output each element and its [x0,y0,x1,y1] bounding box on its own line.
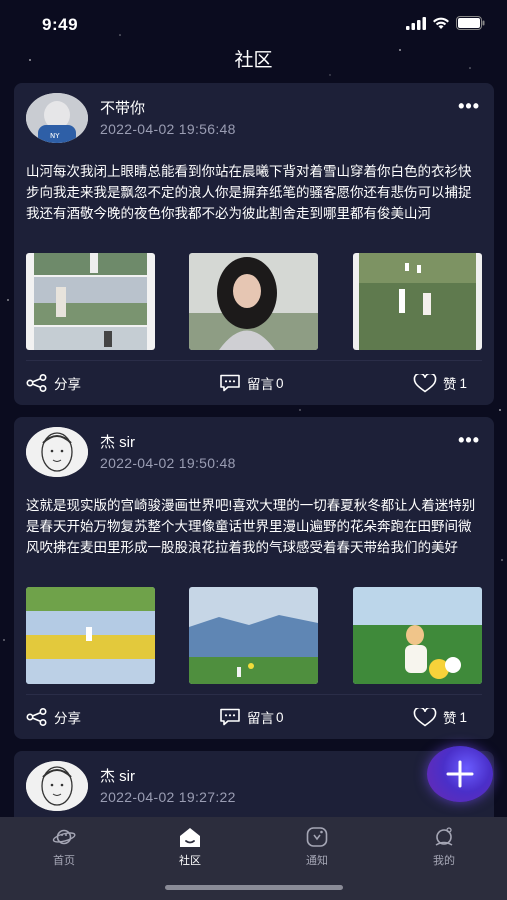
battery-icon [456,16,485,30]
svg-text:NY: NY [50,132,60,140]
post-card[interactable]: NY 不带你 2022-04-02 19:56:48 ••• 山河每次我闭上眼睛… [14,83,494,405]
post-content: 山河每次我闭上眼睛总能看到你站在晨曦下背对着雪山穿着你白色的衣衫快步向我走来我是… [26,164,472,221]
post-image[interactable] [26,587,155,684]
planet-icon [52,829,76,845]
post-date: 2022-04-02 19:27:22 [100,789,236,805]
more-options-icon[interactable]: ••• [458,430,480,451]
username[interactable]: 杰 sir [100,431,135,452]
more-options-icon[interactable]: ••• [458,96,480,117]
like-label: 赞 [443,377,457,392]
share-button[interactable]: 分享 [26,707,81,727]
post-date: 2022-04-02 19:56:48 [100,121,236,137]
heart-icon [413,707,437,726]
like-count: 1 [459,709,468,725]
comment-button[interactable]: 留言 0 [219,373,284,393]
page-title: 社区 [234,50,273,71]
heart-icon [413,373,437,392]
post-image[interactable] [26,253,155,350]
tab-label: 首页 [53,855,75,867]
tab-label: 我的 [433,855,455,867]
comment-count: 0 [276,709,284,725]
share-icon [26,708,47,726]
divider [26,694,482,695]
notification-icon [306,827,328,847]
plus-icon [446,760,474,788]
avatar[interactable] [26,427,88,477]
post-date: 2022-04-02 19:50:48 [100,455,236,471]
avatar[interactable] [26,761,88,811]
post-card[interactable]: 杰 sir 2022-04-02 19:50:48 ••• 这就是现实版的宫崎骏… [14,417,494,739]
comment-icon [220,374,240,392]
post-image[interactable] [353,587,482,684]
comment-label: 留言 [247,711,274,726]
status-bar: 9:49 [0,0,507,46]
post-image[interactable] [353,253,482,350]
avatar[interactable]: NY [26,93,88,143]
username[interactable]: 杰 sir [100,765,135,786]
comment-label: 留言 [247,377,274,392]
post-content: 这就是现实版的宫崎骏漫画世界吧!喜欢大理的一切春夏秋冬都让人着迷特别是春天开始万… [26,498,476,555]
tab-label: 社区 [179,855,201,867]
like-button[interactable]: 赞 1 [413,373,467,393]
like-label: 赞 [443,711,457,726]
like-button[interactable]: 赞 1 [413,707,467,727]
share-label: 分享 [54,377,81,392]
tab-community[interactable]: 社区 [160,826,220,868]
comment-count: 0 [276,375,284,391]
comment-button[interactable]: 留言 0 [219,707,284,727]
tab-label: 通知 [306,855,328,867]
share-icon [26,374,47,392]
status-icons [406,16,485,30]
signal-icon [406,16,426,30]
comment-icon [220,708,240,726]
like-count: 1 [459,375,468,391]
add-post-button[interactable] [427,746,493,802]
tab-home[interactable]: 首页 [34,826,94,868]
username[interactable]: 不带你 [100,97,145,118]
wifi-icon [433,17,449,29]
divider [26,360,482,361]
share-button[interactable]: 分享 [26,373,81,393]
house-icon [180,828,200,847]
post-image[interactable] [189,253,318,350]
share-label: 分享 [54,711,81,726]
status-time: 9:49 [42,15,79,34]
post-image[interactable] [189,587,318,684]
tab-notifications[interactable]: 通知 [287,826,347,868]
tab-profile[interactable]: 我的 [414,826,474,868]
profile-icon [435,827,453,846]
home-indicator [165,885,343,890]
